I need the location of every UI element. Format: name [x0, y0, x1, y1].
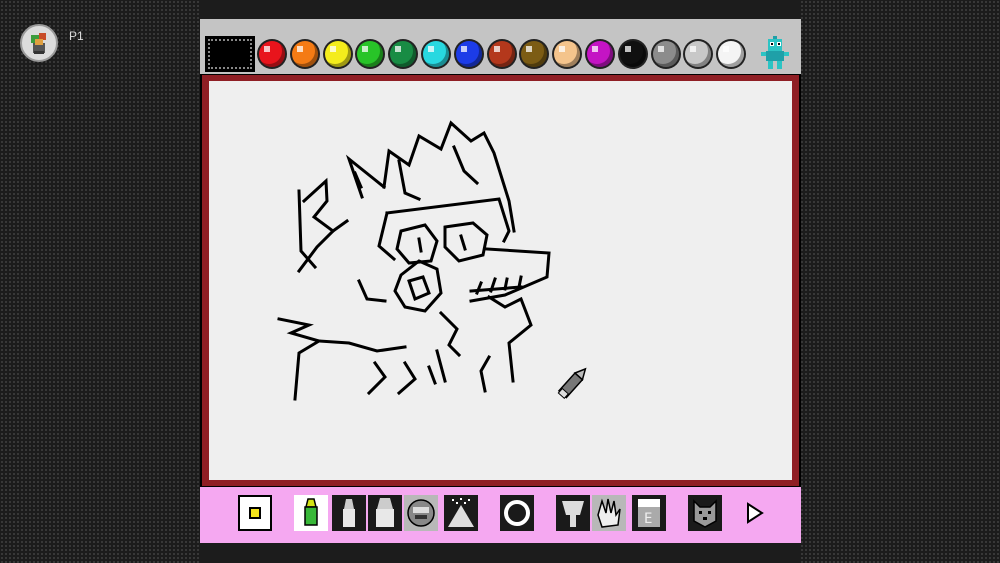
color-swatch-peach[interactable] — [554, 41, 581, 67]
color-swatch-yellow[interactable] — [324, 41, 351, 67]
right-background-pattern — [800, 0, 1000, 563]
next-page-tool[interactable] — [740, 495, 774, 531]
pencil-tool[interactable] — [294, 495, 328, 531]
color-swatch-black[interactable] — [619, 41, 646, 67]
mario-paint-screen: E — [200, 19, 801, 543]
stamp-tool[interactable] — [404, 495, 438, 531]
face-stamp-icon — [407, 499, 435, 527]
color-swatch-cyan[interactable] — [423, 41, 449, 67]
drawing-canvas[interactable] — [209, 81, 792, 480]
dog-face-icon — [693, 499, 717, 528]
pencil-cursor-icon — [557, 367, 587, 400]
eraser-icon: E — [638, 499, 660, 527]
player-label: P1 — [69, 29, 84, 43]
color-swatch-white[interactable] — [718, 41, 745, 67]
thick-marker-tool[interactable] — [368, 495, 402, 531]
paint-bucket-tool[interactable] — [556, 495, 590, 531]
arrow-right-icon — [747, 502, 764, 524]
tool-bar: E — [200, 487, 801, 543]
color-swatch-blue[interactable] — [455, 41, 482, 67]
current-color-indicator — [205, 36, 255, 72]
thick-marker-icon — [376, 498, 394, 527]
cyan-robot-mascot-icon[interactable] — [758, 36, 792, 72]
canvas-frame — [202, 75, 799, 486]
color-swatch-magenta[interactable] — [587, 41, 613, 67]
circle-icon — [504, 500, 530, 526]
color-palette-bar — [200, 19, 801, 74]
color-swatch-orange[interactable] — [291, 41, 318, 67]
eraser-tool[interactable]: E — [632, 495, 666, 531]
spray-tool[interactable] — [444, 495, 478, 531]
brush-size-tool[interactable] — [238, 495, 272, 531]
bucket-icon — [562, 501, 584, 527]
color-swatch-red[interactable] — [259, 41, 285, 67]
color-swatch-gray[interactable] — [652, 41, 679, 67]
hand-icon — [597, 498, 621, 528]
circle-tool[interactable] — [500, 495, 534, 531]
color-swatch-green[interactable] — [357, 41, 384, 67]
left-background-pattern — [0, 0, 200, 563]
pencil-icon — [304, 498, 318, 526]
color-swatch-olive-brown[interactable] — [521, 41, 548, 67]
marker-icon — [343, 499, 355, 527]
dog-stamp-tool[interactable] — [688, 495, 722, 531]
color-swatch-brown-red[interactable] — [488, 41, 515, 67]
square-dot-icon — [249, 507, 261, 519]
spray-icon — [448, 498, 474, 527]
svg-text:E: E — [644, 511, 652, 527]
color-swatch-light-gray[interactable] — [685, 41, 712, 67]
line-art-drawing — [277, 120, 587, 401]
marker-tool[interactable] — [332, 495, 366, 531]
player-avatar-icon — [20, 24, 58, 62]
color-swatch-dark-green[interactable] — [390, 41, 417, 67]
hand-tool[interactable] — [592, 495, 626, 531]
